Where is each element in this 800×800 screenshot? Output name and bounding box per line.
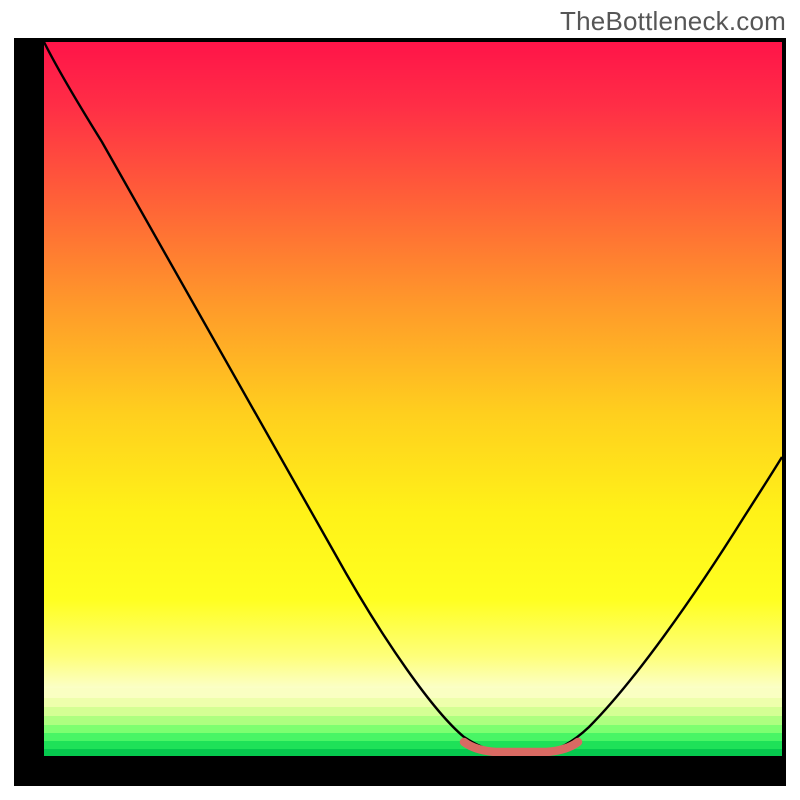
plot-area bbox=[44, 42, 782, 756]
watermark-text: TheBottleneck.com bbox=[560, 6, 786, 37]
bottleneck-curve bbox=[44, 42, 782, 752]
plot-frame bbox=[14, 38, 786, 786]
optimal-range-markers bbox=[464, 742, 578, 752]
chart-container: TheBottleneck.com bbox=[0, 0, 800, 800]
bottleneck-curve-svg bbox=[44, 42, 782, 756]
